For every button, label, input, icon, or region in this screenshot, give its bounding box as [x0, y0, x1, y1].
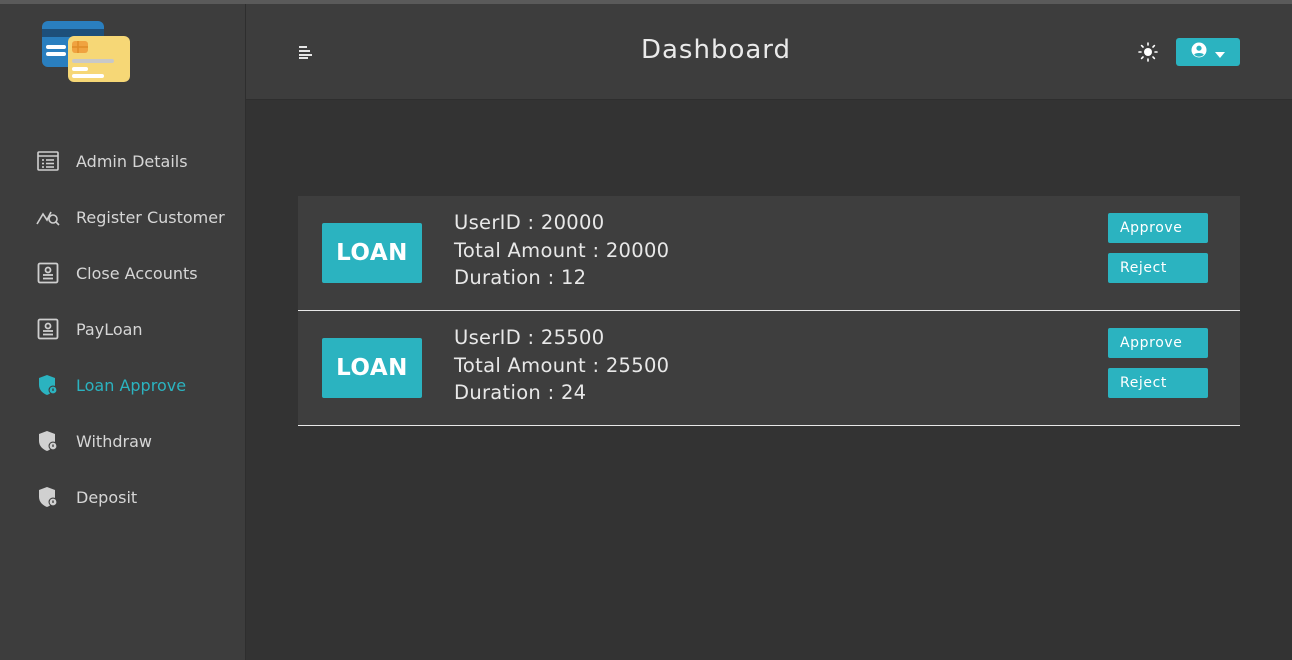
- sidebar-item-payloan[interactable]: PayLoan: [36, 315, 236, 343]
- sidebar-item-register-customer[interactable]: Register Customer: [36, 203, 236, 231]
- user-circle-icon: [1191, 42, 1207, 62]
- sidebar-item-admin-details[interactable]: Admin Details: [36, 147, 236, 175]
- chart-search-icon: [36, 205, 60, 229]
- sidebar-item-label: Loan Approve: [76, 375, 187, 395]
- loan-badge: LOAN: [322, 223, 422, 283]
- loan-user-id: UserID : 25500: [454, 326, 605, 349]
- loan-total-amount: Total Amount : 25500: [454, 353, 670, 377]
- page-title: Dashboard: [640, 35, 792, 65]
- shield-icon: [36, 485, 60, 509]
- loan-request-card: LOAN UserID : 25500 Total Amount : 25500…: [298, 311, 1240, 426]
- top-header: Dashboard: [246, 4, 1292, 100]
- approve-button[interactable]: Approve: [1108, 328, 1208, 358]
- loan-badge: LOAN: [322, 338, 422, 398]
- loan-total-amount: Total Amount : 20000: [454, 238, 670, 262]
- user-menu-button[interactable]: [1176, 38, 1240, 66]
- sidebar-item-loan-approve[interactable]: Loan Approve: [36, 371, 236, 399]
- sidebar-item-label: Close Accounts: [76, 263, 198, 283]
- reject-button[interactable]: Reject: [1108, 368, 1208, 398]
- loan-user-id: UserID : 20000: [454, 211, 605, 234]
- loan-request-card: LOAN UserID : 20000 Total Amount : 20000…: [298, 196, 1240, 311]
- sidebar-item-deposit[interactable]: Deposit: [36, 483, 236, 511]
- shield-icon: [36, 373, 60, 397]
- list-icon: [36, 149, 60, 173]
- sidebar-item-label: Withdraw: [76, 431, 152, 451]
- sidebar-item-label: PayLoan: [76, 319, 143, 339]
- reject-button[interactable]: Reject: [1108, 253, 1208, 283]
- sidebar-item-label: Admin Details: [76, 151, 188, 171]
- theme-toggle-sun-icon[interactable]: [1138, 42, 1158, 62]
- loan-duration: Duration : 24: [454, 381, 587, 404]
- app-logo: [42, 21, 132, 87]
- sidebar-item-close-accounts[interactable]: Close Accounts: [36, 259, 236, 287]
- contact-card-icon: [36, 317, 60, 341]
- sidebar-item-label: Register Customer: [76, 207, 225, 227]
- sidebar: Admin Details Register Customer Close Ac…: [0, 4, 246, 660]
- loan-request-list: LOAN UserID : 20000 Total Amount : 20000…: [298, 196, 1240, 426]
- approve-button[interactable]: Approve: [1108, 213, 1208, 243]
- shield-icon: [36, 429, 60, 453]
- loan-duration: Duration : 12: [454, 266, 587, 289]
- loan-details: UserID : 20000 Total Amount : 20000 Dura…: [454, 209, 669, 292]
- loan-details: UserID : 25500 Total Amount : 25500 Dura…: [454, 324, 669, 407]
- contact-card-icon: [36, 261, 60, 285]
- chevron-down-icon: [1215, 43, 1225, 62]
- sidebar-item-label: Deposit: [76, 487, 138, 507]
- sidebar-item-withdraw[interactable]: Withdraw: [36, 427, 236, 455]
